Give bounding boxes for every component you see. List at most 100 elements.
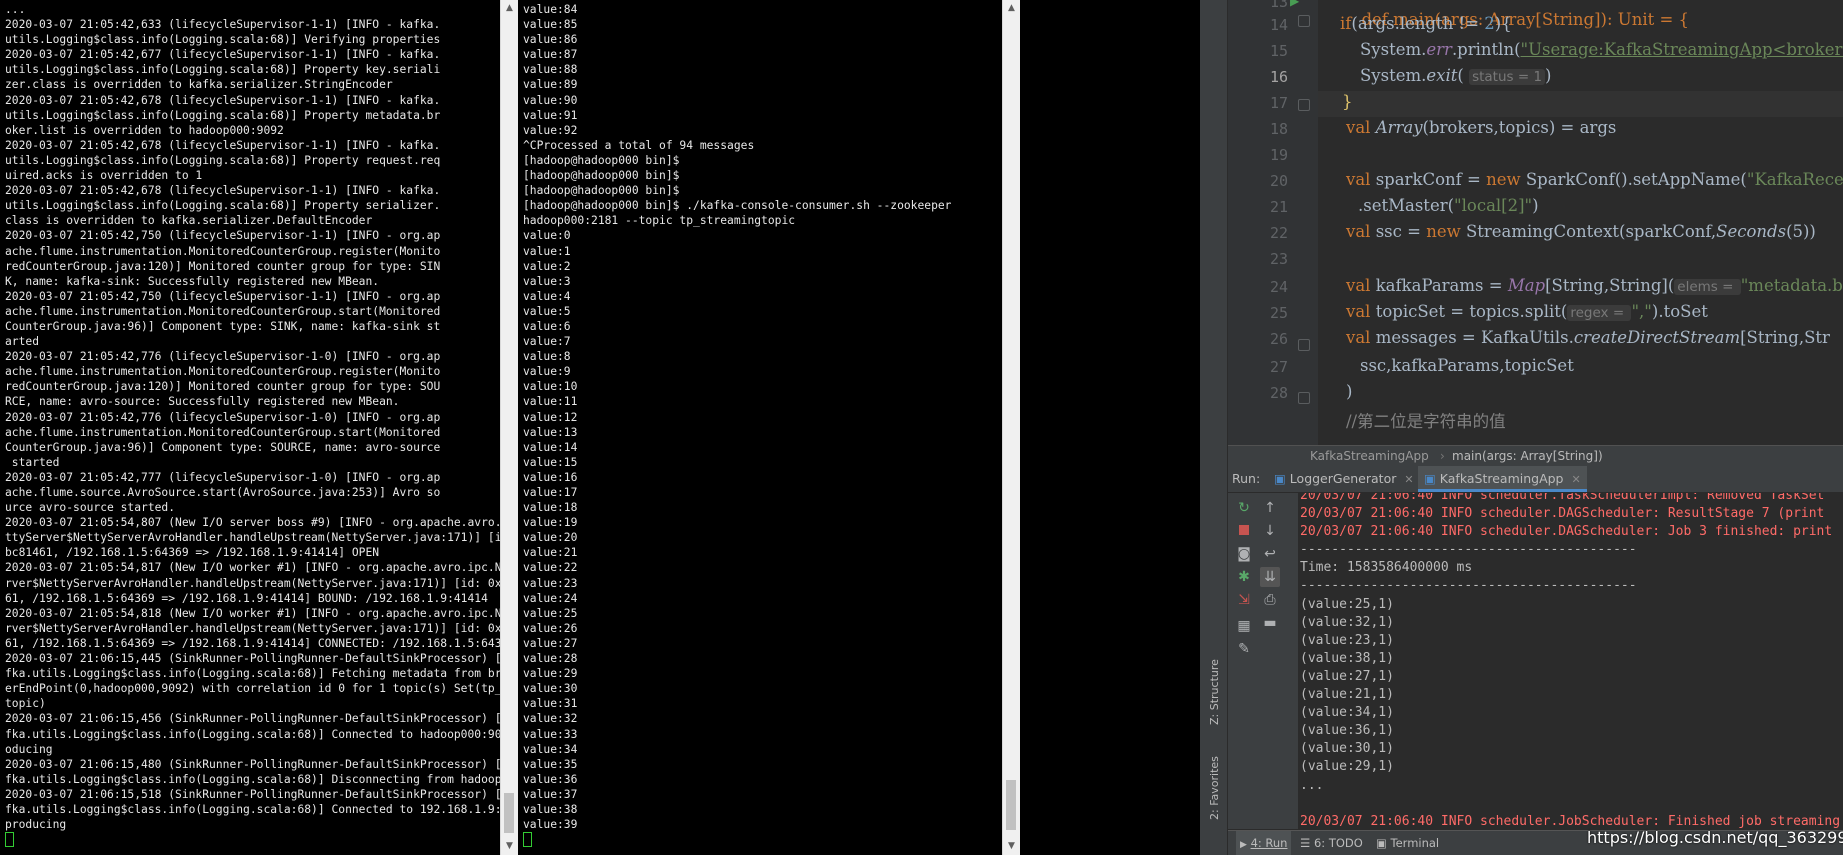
exit-icon[interactable]: ⇲ (1234, 590, 1254, 610)
trash-icon[interactable]: ▬ (1260, 613, 1280, 633)
terminal-right-line: value:89 (523, 78, 578, 92)
stop-icon[interactable] (1234, 521, 1254, 541)
structure-tool-tab[interactable]: Z: Structure (1208, 659, 1221, 725)
terminal-left-output: ... 2020-03-07 21:05:42,633 (lifecycleSu… (0, 0, 500, 832)
code-token: new (1486, 170, 1526, 189)
line-number: 24 (1269, 278, 1288, 296)
code-line-28: ) (1346, 382, 1352, 401)
terminal-left-line: fka.utils.Logging$class.info(Logging.sca… (5, 772, 500, 786)
scrollbar-thumb[interactable] (1006, 780, 1016, 830)
ide-window: Z: Structure 2: Favorites 13 14 15 16 17 18 19… (1200, 0, 1843, 855)
debug-icon[interactable]: ✱ (1234, 567, 1254, 587)
code-token: (args.length != (1351, 14, 1485, 33)
console-line: (value:36,1) (1300, 723, 1394, 739)
fold-marker-icon[interactable] (1298, 99, 1310, 111)
terminal-right-line: value:22 (523, 561, 578, 575)
terminal-left-line: 2020-03-07 21:05:42,750 (lifecycleSuperv… (5, 289, 441, 303)
terminal-cursor (5, 832, 14, 848)
terminal-left-line: ache.flume.instrumentation.MonitoredCoun… (5, 244, 441, 258)
tab-label: 6: TODO (1313, 836, 1363, 850)
run-gutter-icon[interactable]: ▶ (1290, 0, 1299, 8)
scrollbar-thumb[interactable] (504, 793, 514, 833)
code-token: val (1346, 302, 1376, 321)
terminal-right-line: value:13 (523, 425, 578, 439)
code-token: val (1346, 328, 1376, 347)
terminal-right-line: value:8 (523, 350, 571, 364)
terminal-right-line: value:0 (523, 229, 571, 243)
code-token: ){ (1494, 14, 1512, 33)
code-token: "," (1631, 302, 1652, 321)
code-line-29: //第二位是字符串的值 (1346, 408, 1506, 432)
layout-icon[interactable]: ▦ (1234, 616, 1254, 636)
breadcrumb-class[interactable]: KafkaStreamingApp (1310, 446, 1429, 466)
code-editor[interactable]: def main(args: Array[String]): Unit = { … (1318, 0, 1843, 445)
down-arrow-icon[interactable]: ↓ (1260, 521, 1280, 541)
code-token: } (1342, 92, 1353, 111)
code-token: ) (1532, 196, 1539, 215)
tab-todo[interactable]: ☰ 6: TODO (1300, 831, 1363, 855)
console-line: (value:21,1) (1300, 687, 1394, 703)
terminal-left[interactable]: ... 2020-03-07 21:05:42,633 (lifecycleSu… (0, 0, 500, 855)
tab-run[interactable]: ▶ 4: Run (1236, 831, 1292, 855)
tab-terminal[interactable]: ▣ Terminal (1376, 831, 1439, 855)
console-line: (value:30,1) (1300, 741, 1394, 757)
fold-marker-icon[interactable] (1298, 339, 1310, 351)
terminal-left-line: urce avro-source started. (5, 501, 176, 515)
scroll-down-icon[interactable]: ▼ (501, 838, 518, 855)
scroll-down-icon[interactable]: ▼ (1003, 838, 1020, 855)
breadcrumb-method[interactable]: main(args: Array[String]) (1452, 446, 1603, 466)
pin-icon[interactable]: ✎ (1234, 639, 1254, 659)
code-token: createDirectStream (1573, 328, 1741, 347)
scroll-up-icon[interactable]: ▲ (501, 0, 518, 17)
tab-label: KafkaStreamingApp (1439, 471, 1564, 486)
fold-marker-icon[interactable] (1298, 15, 1310, 27)
code-token: messages = KafkaUtils. (1375, 328, 1574, 347)
terminal-right-line: value:29 (523, 667, 578, 681)
terminal-left-line: 2020-03-07 21:05:42,750 (lifecycleSuperv… (5, 229, 441, 243)
camera-icon[interactable]: ◙ (1234, 544, 1254, 564)
code-token: SparkConf().setAppName( (1525, 170, 1747, 189)
favorites-tool-tab[interactable]: 2: Favorites (1208, 756, 1221, 820)
terminal-right-line: value:12 (523, 410, 578, 424)
terminal-left-line: bc81461, /192.168.1.5:64369 => /192.168.… (5, 546, 380, 560)
app-icon: ▣ (1424, 471, 1436, 486)
breadcrumb: KafkaStreamingApp › main(args: Array[Str… (1228, 445, 1843, 466)
rerun-icon[interactable]: ↻ (1234, 498, 1254, 518)
tab-logger-generator[interactable]: ▣ LoggerGenerator ✕ (1268, 466, 1420, 492)
code-comment: //第二位是字符串的值 (1346, 412, 1506, 431)
fold-marker-icon[interactable] (1298, 392, 1310, 404)
terminal-right-line: value:7 (523, 335, 571, 349)
console-line: (value:29,1) (1300, 759, 1394, 775)
run-side-toolbar: ↻ ↑ ↓ ◙ ↩ ✱ ⇊ ⇲ ⎙ ▬ ▦ ✎ (1228, 493, 1298, 829)
code-token: sparkConf = (1375, 170, 1487, 189)
run-console[interactable]: 20/03/07 21:06:40 INFO scheduler.TaskSch… (1298, 493, 1843, 829)
terminal-icon: ▣ (1376, 836, 1387, 850)
up-arrow-icon[interactable]: ↑ (1260, 498, 1280, 518)
terminal-right-scrollbar[interactable]: ▲ ▼ (1002, 0, 1020, 855)
code-token: (brokers,topics) = args (1422, 118, 1617, 137)
console-line: ----------------------------------------… (1300, 578, 1637, 594)
terminal-right-line: value:9 (523, 365, 571, 379)
terminal-left-line: 2020-03-07 21:05:42,678 (lifecycleSuperv… (5, 184, 441, 198)
current-line-highlight (1318, 91, 1843, 117)
code-token: Array (1375, 118, 1423, 137)
scroll-up-icon[interactable]: ▲ (1003, 0, 1020, 17)
terminal-right-line: value:23 (523, 576, 578, 590)
wrap-icon[interactable]: ↩ (1260, 544, 1280, 564)
terminal-right[interactable]: value:84 value:85 value:86 value:87 valu… (518, 0, 1002, 855)
print-icon[interactable]: ⎙ (1260, 590, 1280, 610)
scroll-end-icon[interactable]: ⇊ (1260, 567, 1280, 587)
terminal-right-line: value:34 (523, 742, 578, 756)
param-hint: status = 1 (1469, 69, 1546, 85)
line-number: 25 (1269, 304, 1288, 322)
close-icon[interactable]: ✕ (1571, 473, 1580, 486)
close-icon[interactable]: ✕ (1404, 473, 1413, 486)
terminal-right-line: value:38 (523, 802, 578, 816)
terminal-left-scrollbar[interactable]: ▲ ▼ (500, 0, 518, 855)
terminal-right-line: value:6 (523, 319, 571, 333)
code-token: new (1426, 222, 1466, 241)
terminal-left-line: CounterGroup.java:96)] Component type: S… (5, 319, 441, 333)
tab-kafka-streaming-app[interactable]: ▣ KafkaStreamingApp ✕ (1418, 466, 1587, 492)
terminal-right-output: value:84 value:85 value:86 value:87 valu… (518, 0, 1002, 832)
console-line: (value:23,1) (1300, 632, 1394, 648)
